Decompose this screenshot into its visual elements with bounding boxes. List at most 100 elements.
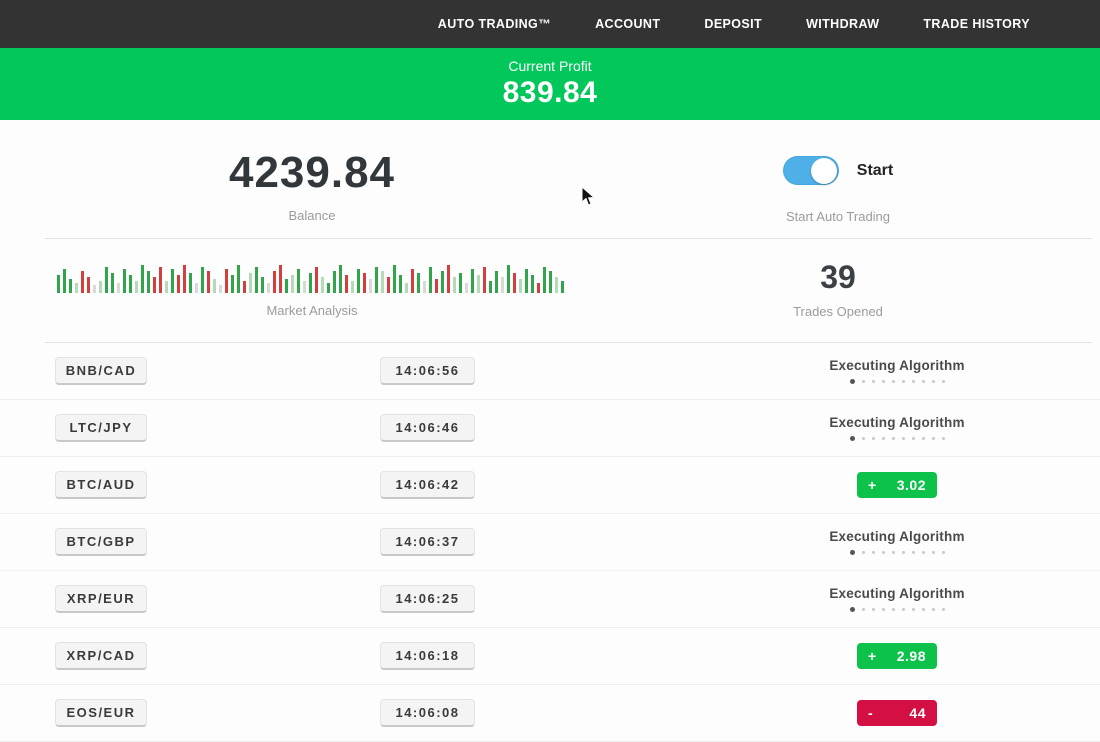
pair-badge: XRP/CAD	[55, 642, 147, 670]
market-bar	[255, 267, 258, 293]
trade-time: 14:06:37	[380, 528, 475, 556]
nav-item-auto-trading-[interactable]: AUTO TRADING™	[438, 17, 551, 31]
market-bar	[291, 275, 294, 293]
progress-dot	[932, 551, 935, 554]
progress-dot	[892, 608, 895, 611]
market-bar	[273, 271, 276, 293]
progress-dot	[902, 437, 905, 440]
nav-item-trade-history[interactable]: TRADE HISTORY	[923, 17, 1030, 31]
auto-trading-page: AUTO TRADING™ ACCOUNT DEPOSIT WITHDRAW TRADE…	[0, 0, 1100, 742]
trade-time: 14:06:08	[380, 699, 475, 727]
toggle-knob	[811, 158, 837, 184]
table-row: BTC/AUD 14:06:42 + 3.02	[0, 457, 1100, 514]
status-label: Executing Algorithm	[829, 586, 964, 601]
status-cell: - 44	[792, 685, 1002, 741]
market-bar	[135, 281, 138, 293]
progress-dot	[892, 437, 895, 440]
market-bar	[279, 265, 282, 293]
market-bar	[303, 281, 306, 293]
progress-dot	[850, 379, 855, 384]
market-bar	[447, 265, 450, 293]
progress-dot	[922, 380, 925, 383]
result-badge: + 3.02	[857, 472, 937, 498]
market-bar	[327, 283, 330, 293]
profit-banner-value: 839.84	[503, 76, 598, 110]
market-bar	[189, 273, 192, 293]
nav-item-deposit[interactable]: DEPOSIT	[704, 17, 762, 31]
progress-dot	[862, 437, 865, 440]
profit-banner: Current Profit 839.84	[0, 48, 1100, 120]
progress-dots	[850, 550, 945, 555]
status-cell: Executing Algorithm	[792, 400, 1002, 456]
progress-dot	[872, 551, 875, 554]
trades-opened-label: Trades Opened	[793, 304, 883, 319]
market-bar	[57, 275, 60, 293]
top-navbar: AUTO TRADING™ ACCOUNT DEPOSIT WITHDRAW TRADE…	[0, 0, 1100, 48]
auto-trading-toggle[interactable]	[783, 156, 839, 185]
progress-dot	[942, 380, 945, 383]
market-section: Market Analysis 39 Trades Opened	[0, 239, 1100, 342]
mouse-cursor	[581, 186, 596, 207]
market-bar	[519, 279, 522, 293]
market-bar	[87, 277, 90, 293]
balance-label: Balance	[289, 208, 336, 223]
nav-item-withdraw[interactable]: WITHDRAW	[806, 17, 879, 31]
market-bar	[483, 267, 486, 293]
market-bar	[147, 271, 150, 293]
market-bar	[531, 275, 534, 293]
progress-dot	[872, 437, 875, 440]
table-row: BTC/GBP 14:06:37 Executing Algorithm	[0, 514, 1100, 571]
market-bar	[309, 273, 312, 293]
status-cell: + 2.98	[792, 628, 1002, 684]
trade-time: 14:06:56	[380, 357, 475, 385]
nav-item-account[interactable]: ACCOUNT	[595, 17, 660, 31]
market-bar	[351, 281, 354, 293]
trade-time: 14:06:25	[380, 585, 475, 613]
status-cell: + 3.02	[792, 457, 1002, 513]
status-executing: Executing Algorithm	[829, 586, 964, 612]
market-bar	[369, 279, 372, 293]
market-bar	[501, 277, 504, 293]
progress-dot	[862, 380, 865, 383]
profit-banner-label: Current Profit	[508, 58, 591, 74]
progress-dot	[912, 380, 915, 383]
status-executing: Executing Algorithm	[829, 529, 964, 555]
progress-dots	[850, 607, 945, 612]
pair-badge: XRP/EUR	[55, 585, 147, 613]
pair-badge: BTC/GBP	[55, 528, 147, 556]
trades-opened-value: 39	[820, 259, 856, 296]
market-bar	[507, 265, 510, 293]
market-bar	[111, 273, 114, 293]
trade-time: 14:06:42	[380, 471, 475, 499]
table-row: XRP/EUR 14:06:25 Executing Algorithm	[0, 571, 1100, 628]
market-bar	[357, 269, 360, 293]
market-bar	[429, 267, 432, 293]
market-bar	[411, 269, 414, 293]
table-row: BNB/CAD 14:06:56 Executing Algorithm	[0, 343, 1100, 400]
market-bar	[495, 271, 498, 293]
progress-dot	[862, 608, 865, 611]
status-executing: Executing Algorithm	[829, 358, 964, 384]
status-cell: Executing Algorithm	[792, 571, 1002, 627]
market-bar	[381, 271, 384, 293]
market-bar	[75, 283, 78, 293]
trade-time: 14:06:46	[380, 414, 475, 442]
market-bar	[339, 265, 342, 293]
market-bar	[225, 269, 228, 293]
progress-dot	[942, 608, 945, 611]
trades-opened-block: 39 Trades Opened	[624, 257, 1052, 342]
table-row: LTC/JPY 14:06:46 Executing Algorithm	[0, 400, 1100, 457]
progress-dot	[872, 608, 875, 611]
market-bar	[333, 271, 336, 293]
market-bar	[81, 271, 84, 293]
auto-trading-block: Start Start Auto Trading	[624, 148, 1052, 238]
result-sign: +	[868, 648, 877, 664]
market-bar	[375, 267, 378, 293]
market-bar	[405, 283, 408, 293]
market-bar	[183, 265, 186, 293]
market-bar	[177, 275, 180, 293]
market-analysis-block: Market Analysis	[0, 257, 624, 342]
market-bar	[345, 275, 348, 293]
market-bar	[141, 265, 144, 293]
progress-dot	[882, 551, 885, 554]
